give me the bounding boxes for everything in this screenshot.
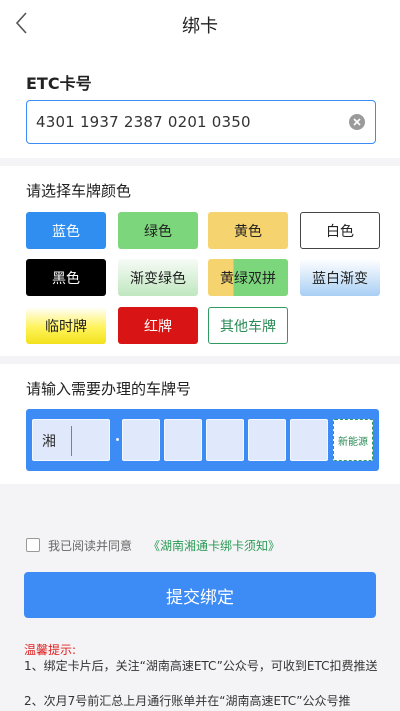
- top-bar: 绑卡: [0, 0, 400, 46]
- plate-number-input: 湘 新能源: [26, 409, 379, 471]
- color-option-yellow-green[interactable]: 黄绿双拼: [208, 259, 288, 296]
- plate-char-cell[interactable]: [248, 419, 286, 461]
- color-option-blue-white[interactable]: 蓝白渐变: [300, 259, 380, 296]
- etc-card-section: ETC卡号 4301 1937 2387 0201 0350: [0, 46, 400, 158]
- plate-color-label: 请选择车牌颜色: [26, 182, 132, 200]
- color-option-black[interactable]: 黑色: [26, 259, 106, 296]
- plate-char-cell[interactable]: [164, 419, 202, 461]
- color-option-other[interactable]: 其他车牌: [208, 307, 288, 344]
- color-option-green[interactable]: 绿色: [118, 212, 198, 249]
- color-option-red[interactable]: 红牌: [118, 307, 198, 344]
- plate-number-section: 请输入需要办理的车牌号 湘 新能源: [0, 364, 400, 484]
- tip-item: 1、绑定卡片后，关注“湖南高速ETC”公众号，可收到ETC扣费推送: [24, 659, 378, 673]
- plate-separator-dot: [116, 438, 119, 441]
- tip-item: 2、次月7号前汇总上月通行账单并在“湖南高速ETC”公众号推: [24, 694, 351, 708]
- plate-char-cell[interactable]: [290, 419, 328, 461]
- clear-circle-icon[interactable]: [349, 114, 365, 130]
- page-title: 绑卡: [182, 16, 218, 37]
- submit-bind-button[interactable]: 提交绑定: [24, 572, 376, 618]
- color-option-blue[interactable]: 蓝色: [26, 212, 106, 249]
- plate-province-cell[interactable]: 湘: [32, 419, 110, 461]
- agreement-link[interactable]: 《湖南湘通卡绑卡须知》: [148, 537, 280, 554]
- etc-card-input[interactable]: 4301 1937 2387 0201 0350: [26, 100, 376, 144]
- etc-card-value[interactable]: 4301 1937 2387 0201 0350: [36, 113, 251, 131]
- color-option-white[interactable]: 白色: [300, 212, 380, 249]
- plate-color-section: 请选择车牌颜色 蓝色 绿色 黄色 白色 黑色 渐变绿色 黄绿双拼 蓝白渐变 临时…: [0, 166, 400, 356]
- plate-char-cell[interactable]: [122, 419, 160, 461]
- color-option-yellow[interactable]: 黄色: [208, 212, 288, 249]
- agreement-text: 我已阅读并同意: [48, 539, 133, 553]
- tips-title: 温馨提示:: [24, 643, 77, 657]
- plate-number-label: 请输入需要办理的车牌号: [26, 380, 192, 398]
- etc-card-label: ETC卡号: [26, 74, 92, 93]
- color-option-temporary[interactable]: 临时牌: [26, 307, 106, 344]
- plate-divider: [71, 426, 72, 456]
- plate-province-text: 湘: [42, 434, 56, 450]
- agreement-checkbox[interactable]: [26, 538, 40, 552]
- new-energy-cell[interactable]: 新能源: [333, 419, 373, 461]
- color-option-gradient-green[interactable]: 渐变绿色: [118, 259, 198, 296]
- plate-char-cell[interactable]: [206, 419, 244, 461]
